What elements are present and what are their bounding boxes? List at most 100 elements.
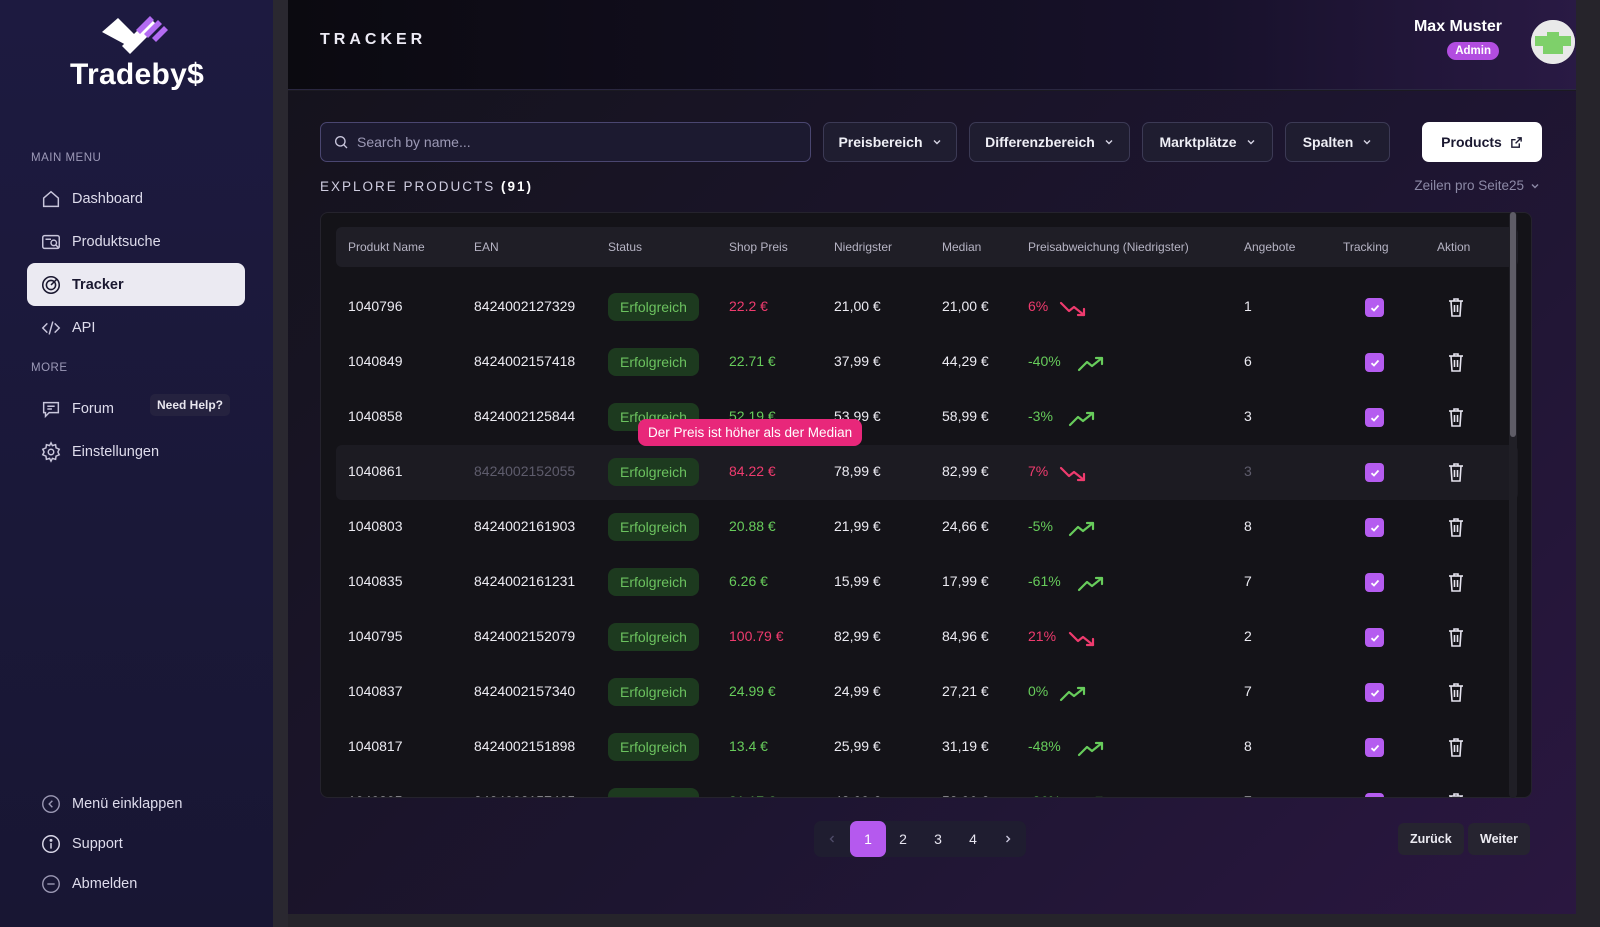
table-row[interactable]: 1040817 8424002151898 Erfolgreich 13.4 € 25,… — [336, 720, 1518, 775]
cell-ean: 8424002161903 — [474, 518, 576, 534]
rows-per-page-select[interactable]: Zeilen pro Seite25 — [1414, 178, 1540, 193]
page-4-button[interactable]: 4 — [955, 821, 991, 857]
cell-deviation: -61% — [1028, 573, 1061, 589]
tracking-checkbox[interactable] — [1365, 793, 1384, 797]
scrollbar-thumb[interactable] — [1510, 212, 1516, 437]
tracking-checkbox[interactable] — [1365, 408, 1384, 427]
col-preisabweichung[interactable]: Preisabweichung (Niedrigster) — [1028, 240, 1189, 254]
collapse-menu-button[interactable]: Menü einklappen — [27, 782, 245, 825]
cell-deviation: 7% — [1028, 463, 1049, 479]
next-button[interactable]: Weiter — [1468, 823, 1530, 855]
status-badge: Erfolgreich — [608, 733, 699, 761]
sidebar-item-label: Abmelden — [72, 875, 138, 892]
col-shop-preis[interactable]: Shop Preis — [729, 240, 788, 254]
sidebar-item-tracker[interactable]: Tracker — [27, 263, 245, 306]
tracking-checkbox[interactable] — [1365, 518, 1384, 537]
explore-title: EXPLORE PRODUCTS (91) — [320, 179, 533, 194]
page-3-button[interactable]: 3 — [920, 821, 956, 857]
tracking-checkbox[interactable] — [1365, 573, 1384, 592]
cell-product-name: 1040796 — [348, 298, 403, 314]
sidebar-item-produktsuche[interactable]: Produktsuche — [27, 220, 245, 263]
products-table: Produkt Name EAN Status Shop Preis Niedr… — [320, 212, 1532, 798]
sidebar-item-dashboard[interactable]: Dashboard — [27, 177, 245, 220]
tracking-checkbox[interactable] — [1365, 683, 1384, 702]
col-angebote[interactable]: Angebote — [1244, 240, 1295, 254]
table-row[interactable]: 1040795 8424002152079 Erfolgreich 100.79 € 8… — [336, 610, 1518, 665]
check-icon — [1370, 304, 1379, 312]
products-button[interactable]: Products — [1422, 122, 1542, 162]
cell-offers: 1 — [1244, 298, 1252, 314]
tracking-checkbox[interactable] — [1365, 738, 1384, 757]
col-aktion[interactable]: Aktion — [1437, 240, 1470, 254]
avatar[interactable] — [1531, 20, 1575, 64]
trash-icon[interactable] — [1446, 461, 1466, 483]
sidebar-item-label: Forum — [72, 400, 114, 417]
trend-up-icon — [1068, 521, 1095, 537]
trash-icon[interactable] — [1446, 681, 1466, 703]
need-help-badge[interactable]: Need Help? — [150, 394, 231, 416]
tracking-checkbox[interactable] — [1365, 463, 1384, 482]
filter-spalten[interactable]: Spalten — [1285, 122, 1390, 162]
page-1-button[interactable]: 1 — [850, 821, 886, 857]
tracking-checkbox[interactable] — [1365, 353, 1384, 372]
tracking-checkbox[interactable] — [1365, 628, 1384, 647]
table-row[interactable]: 1040796 8424002127329 Erfolgreich 22.2 € 21,… — [336, 280, 1518, 335]
trash-icon[interactable] — [1446, 736, 1466, 758]
sidebar-item-einstellungen[interactable]: Einstellungen — [27, 430, 245, 473]
filter-marktplaetze[interactable]: Marktplätze — [1142, 122, 1273, 162]
sidebar-item-api[interactable]: API — [27, 306, 245, 349]
cell-offers: 8 — [1244, 738, 1252, 754]
table-row[interactable]: 1040803 8424002161903 Erfolgreich 20.88 € 21… — [336, 500, 1518, 555]
trash-icon[interactable] — [1446, 571, 1466, 593]
trend-down-icon — [1068, 631, 1095, 647]
col-produkt-name[interactable]: Produkt Name — [348, 240, 425, 254]
cell-deviation: -36% — [1028, 793, 1061, 797]
back-button[interactable]: Zurück — [1398, 823, 1464, 855]
col-ean[interactable]: EAN — [474, 240, 499, 254]
cell-ean: 8424002151898 — [474, 738, 576, 754]
filter-preisbereich[interactable]: Preisbereich — [823, 122, 957, 162]
trend-up-icon — [1077, 356, 1104, 372]
cell-lowest: 82,99 € — [834, 628, 881, 644]
trash-icon[interactable] — [1446, 351, 1466, 373]
code-icon — [40, 317, 62, 339]
table-row[interactable]: 1040805 8424002157425 Erfolgreich 31.17 € 48… — [336, 775, 1518, 798]
support-button[interactable]: Support — [27, 822, 245, 865]
cell-offers: 3 — [1244, 408, 1252, 424]
cell-shop-price: 20.88 € — [729, 518, 776, 534]
tracking-checkbox[interactable] — [1365, 298, 1384, 317]
trash-icon[interactable] — [1446, 516, 1466, 538]
table-header: Produkt Name EAN Status Shop Preis Niedr… — [336, 227, 1518, 267]
table-row[interactable]: 1040861 8424002152055 Erfolgreich 84.22 € 78… — [336, 445, 1518, 500]
sidebar-item-label: Produktsuche — [72, 233, 161, 250]
cell-product-name: 1040805 — [348, 793, 403, 797]
page-2-button[interactable]: 2 — [885, 821, 921, 857]
table-scrollbar[interactable] — [1509, 212, 1517, 798]
table-row[interactable]: 1040837 8424002157340 Erfolgreich 24.99 € 24… — [336, 665, 1518, 720]
logout-button[interactable]: Abmelden — [27, 862, 245, 905]
table-row[interactable]: 1040849 8424002157418 Erfolgreich 22.71 € 37… — [336, 335, 1518, 390]
trash-icon[interactable] — [1446, 791, 1466, 798]
chevron-down-icon — [1363, 140, 1371, 145]
next-page-button[interactable] — [990, 821, 1026, 857]
brand-logo[interactable]: Tradeby$ — [70, 12, 210, 92]
prev-page-button[interactable] — [814, 821, 850, 857]
table-row[interactable]: 1040858 8424002125844 Erfolgreich 52.19 €53… — [336, 390, 1518, 445]
check-icon — [1370, 469, 1379, 477]
filter-differenzbereich[interactable]: Differenzbereich — [969, 122, 1130, 162]
trash-icon[interactable] — [1446, 296, 1466, 318]
cell-offers: 7 — [1244, 573, 1252, 589]
col-median[interactable]: Median — [942, 240, 981, 254]
col-niedrigster[interactable]: Niedrigster — [834, 240, 892, 254]
table-row[interactable]: 1040835 8424002161231 Erfolgreich 6.26 € 15,… — [336, 555, 1518, 610]
search-input[interactable] — [357, 134, 777, 150]
col-tracking[interactable]: Tracking — [1343, 240, 1389, 254]
trash-icon[interactable] — [1446, 626, 1466, 648]
col-status[interactable]: Status — [608, 240, 642, 254]
trash-icon[interactable] — [1446, 406, 1466, 428]
search-box[interactable] — [320, 122, 811, 162]
chevron-down-icon — [933, 140, 941, 145]
check-icon — [1370, 689, 1379, 697]
cell-shop-price: 13.4 € — [729, 738, 768, 754]
gear-icon — [40, 440, 62, 463]
